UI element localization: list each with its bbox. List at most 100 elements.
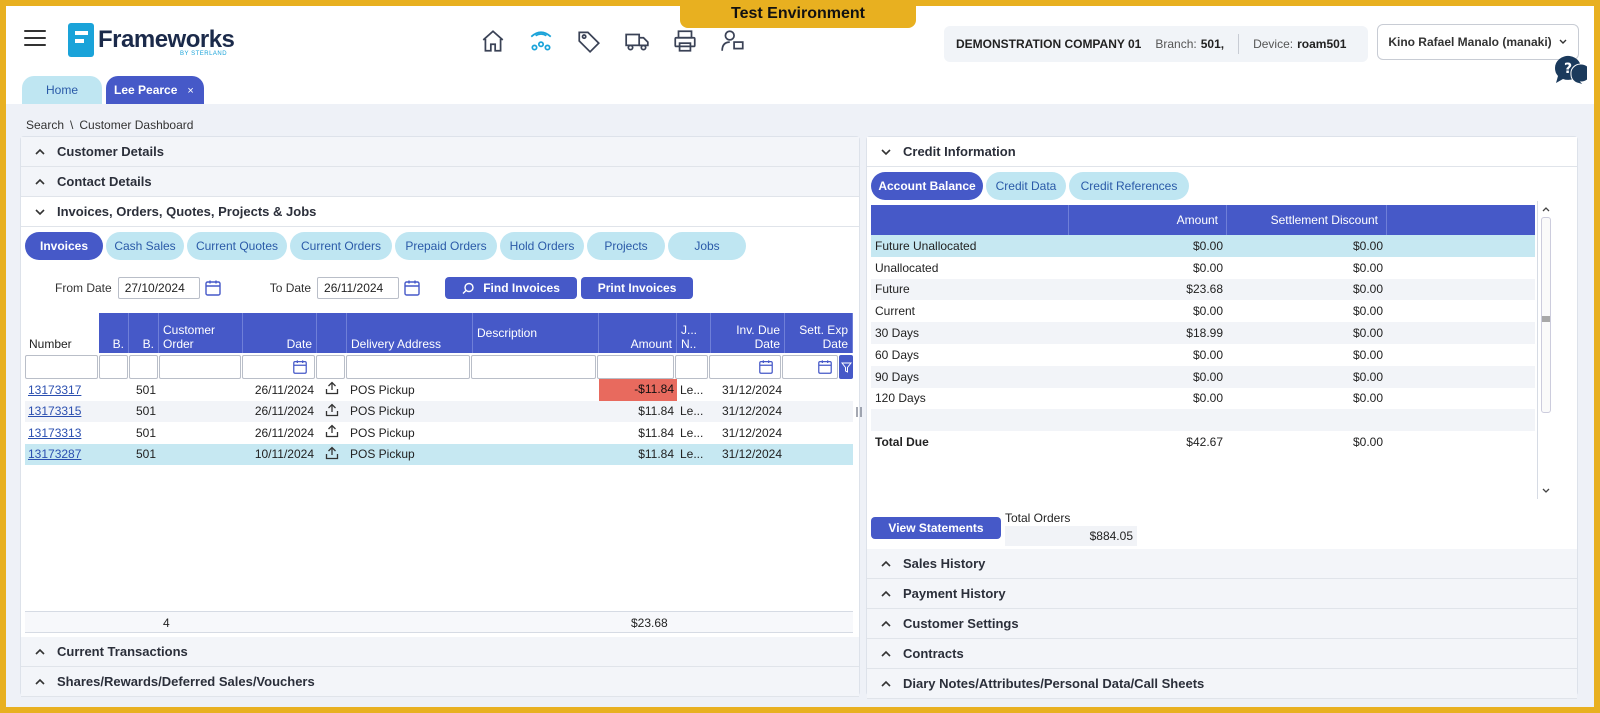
col-delivery-address[interactable]: Delivery Address (347, 313, 473, 353)
table-row[interactable]: 90 Days $0.00 $0.00 (871, 365, 1535, 388)
filter-delivery-input[interactable] (345, 355, 471, 379)
filter-due-input[interactable] (708, 355, 782, 379)
printer-icon[interactable] (672, 26, 698, 56)
tab-current-orders[interactable]: Current Orders (290, 232, 392, 260)
table-row[interactable]: Current $0.00 $0.00 (871, 300, 1535, 322)
menu-icon[interactable] (24, 30, 46, 48)
col-j[interactable]: J... N.. (677, 313, 711, 353)
col-description[interactable]: Description (473, 313, 599, 353)
col-b1[interactable]: B. (99, 313, 129, 353)
filter-export-input[interactable] (315, 355, 345, 379)
table-row[interactable]: 13173317 501 26/11/2024 POS Pickup -$11.… (25, 379, 853, 401)
scroll-up-icon[interactable] (1538, 201, 1554, 217)
panel-resize-handle[interactable] (854, 404, 864, 424)
section-sales-history[interactable]: Sales History (867, 549, 1577, 579)
section-contracts[interactable]: Contracts (867, 639, 1577, 669)
tag-icon[interactable] (576, 26, 602, 56)
table-row[interactable]: 120 Days $0.00 $0.00 (871, 388, 1535, 410)
filter-sett-input[interactable] (782, 355, 839, 379)
tab-credit-references[interactable]: Credit References (1069, 172, 1189, 200)
invoice-number-link[interactable]: 13173315 (28, 404, 81, 418)
from-date-input[interactable]: 27/10/2024 (117, 277, 200, 299)
filter-j-input[interactable] (674, 355, 708, 379)
user-menu-button[interactable]: Kino Rafael Manalo (manaki) (1377, 24, 1579, 60)
export-icon[interactable] (317, 403, 347, 420)
section-credit-information[interactable]: Credit Information (867, 137, 1577, 167)
tab-hold-orders[interactable]: Hold Orders (500, 232, 584, 260)
calendar-icon[interactable] (292, 359, 308, 375)
col-number[interactable]: Number (25, 313, 99, 353)
to-date-input[interactable]: 26/11/2024 (317, 277, 400, 299)
vertical-scrollbar[interactable] (1537, 201, 1553, 499)
tab-prepaid-orders[interactable]: Prepaid Orders (395, 232, 497, 260)
tab-lee-pearce[interactable]: Lee Pearce × (106, 76, 204, 104)
tab-invoices[interactable]: Invoices (25, 232, 103, 260)
home-icon[interactable] (480, 26, 506, 56)
table-row-total[interactable]: Total Due $42.67 $0.00 (871, 431, 1535, 453)
col-b2[interactable]: B. (129, 313, 159, 353)
view-statements-button[interactable]: View Statements (871, 517, 1001, 539)
close-icon[interactable]: × (187, 85, 193, 97)
col-amount[interactable]: Amount (599, 313, 677, 353)
table-row[interactable]: 13173315 501 26/11/2024 POS Pickup $11.8… (25, 400, 853, 422)
table-row[interactable]: Unallocated $0.00 $0.00 (871, 257, 1535, 279)
section-shares-rewards[interactable]: Shares/Rewards/Deferred Sales/Vouchers (21, 667, 859, 697)
filter-number-input[interactable] (25, 355, 98, 379)
col-date[interactable]: Date (243, 313, 317, 353)
truck-icon[interactable] (624, 26, 650, 56)
calendar-icon[interactable] (204, 279, 222, 297)
customers-icon[interactable] (528, 26, 554, 56)
filter-date-input[interactable] (242, 355, 315, 379)
print-invoices-button[interactable]: Print Invoices (581, 277, 694, 299)
section-payment-history[interactable]: Payment History (867, 579, 1577, 609)
section-contact-details[interactable]: Contact Details (21, 167, 859, 197)
filter-order-input[interactable] (158, 355, 242, 379)
export-icon[interactable] (317, 446, 347, 463)
table-row-selected[interactable]: Future Unallocated $0.00 $0.00 (871, 235, 1535, 257)
col-inv-due-date[interactable]: Inv. Due Date (711, 313, 785, 353)
table-row[interactable]: Future $23.68 $0.00 (871, 278, 1535, 301)
table-row[interactable]: 30 Days $18.99 $0.00 (871, 322, 1535, 344)
tab-cash-sales[interactable]: Cash Sales (106, 232, 184, 260)
calendar-icon[interactable] (817, 359, 833, 375)
filter-b2-input[interactable] (128, 355, 158, 379)
section-customer-details[interactable]: Customer Details (21, 137, 859, 167)
filter-amount-input[interactable] (596, 355, 674, 379)
scroll-down-icon[interactable] (1538, 483, 1554, 499)
section-current-transactions[interactable]: Current Transactions (21, 637, 859, 667)
col-amount[interactable]: Amount (1069, 205, 1227, 235)
table-row-selected[interactable]: 13173287 501 10/11/2024 POS Pickup $11.8… (25, 443, 853, 465)
filter-icon[interactable] (839, 355, 853, 379)
resize-grip-icon[interactable] (1538, 311, 1554, 327)
tab-current-quotes[interactable]: Current Quotes (187, 232, 287, 260)
export-icon[interactable] (317, 381, 347, 398)
calendar-icon[interactable] (403, 279, 421, 297)
tab-home[interactable]: Home (22, 76, 102, 104)
export-icon[interactable] (317, 424, 347, 441)
filter-b1-input[interactable] (98, 355, 128, 379)
invoice-number-link[interactable]: 13173287 (28, 447, 81, 461)
breadcrumb-search[interactable]: Search (26, 118, 64, 132)
invoice-number-link[interactable]: 13173317 (28, 383, 81, 397)
section-diary-notes[interactable]: Diary Notes/Attributes/Personal Data/Cal… (867, 669, 1577, 699)
help-chat-icon[interactable]: ? (1551, 52, 1587, 86)
tab-credit-data[interactable]: Credit Data (986, 172, 1066, 200)
table-row[interactable]: 13173313 501 26/11/2024 POS Pickup $11.8… (25, 422, 853, 444)
company-info: DEMONSTRATION COMPANY 01 Branch: 501, De… (944, 26, 1368, 62)
filter-description-input[interactable] (471, 355, 596, 379)
find-invoices-button[interactable]: Find Invoices (445, 277, 578, 299)
col-sett-exp-date[interactable]: Sett. Exp Date (785, 313, 853, 353)
user-settings-icon[interactable] (720, 26, 746, 56)
logo[interactable]: Frameworks BY STERLAND (68, 20, 235, 60)
col-settlement-discount[interactable]: Settlement Discount (1227, 205, 1387, 235)
col-customer-order[interactable]: Customer Order (159, 313, 243, 353)
calendar-icon[interactable] (758, 359, 774, 375)
invoice-number-link[interactable]: 13173313 (28, 426, 81, 440)
tab-jobs[interactable]: Jobs (668, 232, 746, 260)
section-invoices-orders[interactable]: Invoices, Orders, Quotes, Projects & Job… (21, 197, 859, 227)
tab-account-balance[interactable]: Account Balance (871, 172, 983, 200)
col-export[interactable] (317, 313, 347, 353)
table-row[interactable]: 60 Days $0.00 $0.00 (871, 344, 1535, 366)
section-customer-settings[interactable]: Customer Settings (867, 609, 1577, 639)
tab-projects[interactable]: Projects (587, 232, 665, 260)
